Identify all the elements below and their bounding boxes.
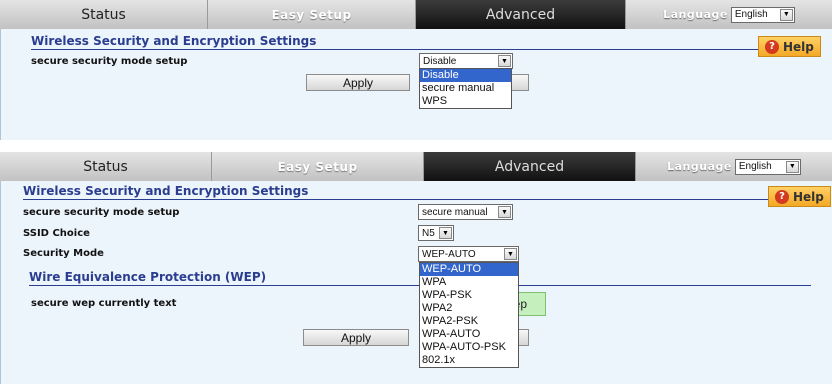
chevron-down-icon: ▼	[498, 55, 511, 67]
tab-status[interactable]: Status	[0, 0, 208, 29]
wep-text-label: secure wep currently text	[31, 298, 177, 309]
tab-status[interactable]: Status	[0, 152, 212, 181]
bottom-section-title: Wireless Security and Encryption Setting…	[23, 184, 809, 200]
bottom-content: Wireless Security and Encryption Setting…	[0, 181, 832, 384]
panel-top: Status Easy Setup Advanced Language Engl…	[0, 0, 832, 140]
security-mode-select[interactable]: WEP-AUTO ▼	[418, 246, 519, 262]
option-wpa-auto[interactable]: WPA-AUTO	[420, 328, 518, 341]
chevron-down-icon: ▼	[785, 160, 799, 173]
language-area: Language English ▼	[626, 0, 832, 29]
option-wpa2[interactable]: WPA2	[420, 302, 518, 315]
top-section-title: Wireless Security and Encryption Setting…	[31, 34, 761, 50]
option-wpa-psk[interactable]: WPA-PSK	[420, 289, 518, 302]
help-label: Help	[783, 39, 814, 54]
option-8021x[interactable]: 802.1x	[420, 354, 518, 367]
bottom-mode-label: secure security mode setup	[23, 207, 180, 218]
top-second-button[interactable]	[509, 74, 529, 91]
top-apply-button[interactable]: Apply	[306, 74, 410, 91]
help-button[interactable]: ? Help	[768, 186, 831, 207]
tab-advanced[interactable]: Advanced	[424, 152, 636, 181]
language-select[interactable]: English ▼	[730, 6, 795, 23]
ssid-choice-select[interactable]: N5 ▼	[418, 225, 454, 241]
top-mode-label: secure security mode setup	[31, 56, 188, 67]
option-wpa[interactable]: WPA	[420, 276, 518, 289]
top-nav-bar: Status Easy Setup Advanced Language Engl…	[0, 0, 832, 29]
language-value: English	[738, 161, 772, 172]
bottom-apply-button[interactable]: Apply	[303, 329, 409, 346]
panel-bottom: Status Easy Setup Advanced Language Engl…	[0, 152, 832, 384]
ssid-choice-value: N5	[422, 227, 435, 239]
language-area: Language English ▼	[636, 152, 832, 181]
tab-easy-setup[interactable]: Easy Setup	[212, 152, 424, 181]
bottom-mode-value: secure manual	[422, 206, 488, 218]
language-select[interactable]: English ▼	[734, 158, 801, 175]
help-button[interactable]: ? Help	[758, 36, 821, 57]
option-wps[interactable]: WPS	[420, 95, 511, 108]
top-mode-dropdown-list: Disable secure manual WPS	[419, 68, 512, 109]
option-wep-auto[interactable]: WEP-AUTO	[420, 263, 518, 276]
language-label: Language	[667, 160, 732, 173]
option-wpa2-psk[interactable]: WPA2-PSK	[420, 315, 518, 328]
option-secure-manual[interactable]: secure manual	[420, 82, 511, 95]
top-content: Wireless Security and Encryption Setting…	[0, 29, 832, 140]
top-mode-select[interactable]: Disable ▼	[419, 53, 513, 69]
chevron-down-icon: ▼	[504, 248, 517, 260]
chevron-down-icon: ▼	[498, 206, 511, 218]
security-mode-dropdown-list: WEP-AUTO WPA WPA-PSK WPA2 WPA2-PSK WPA-A…	[419, 262, 519, 368]
ssid-choice-label: SSID Choice	[23, 228, 90, 239]
language-label: Language	[663, 8, 728, 21]
option-disable[interactable]: Disable	[420, 69, 511, 82]
bottom-nav-bar: Status Easy Setup Advanced Language Engl…	[0, 152, 832, 181]
language-value: English	[734, 9, 768, 20]
question-icon: ?	[775, 189, 789, 204]
help-label: Help	[793, 189, 824, 204]
chevron-down-icon: ▼	[779, 8, 793, 21]
chevron-down-icon: ▼	[439, 227, 452, 239]
option-wpa-auto-psk[interactable]: WPA-AUTO-PSK	[420, 341, 518, 354]
security-mode-label: Security Mode	[23, 248, 104, 259]
top-mode-value: Disable	[423, 55, 457, 67]
tab-advanced[interactable]: Advanced	[416, 0, 626, 29]
bottom-mode-select[interactable]: secure manual ▼	[418, 204, 513, 220]
tab-easy-setup[interactable]: Easy Setup	[208, 0, 416, 29]
question-icon: ?	[765, 39, 779, 54]
security-mode-value: WEP-AUTO	[422, 248, 476, 260]
